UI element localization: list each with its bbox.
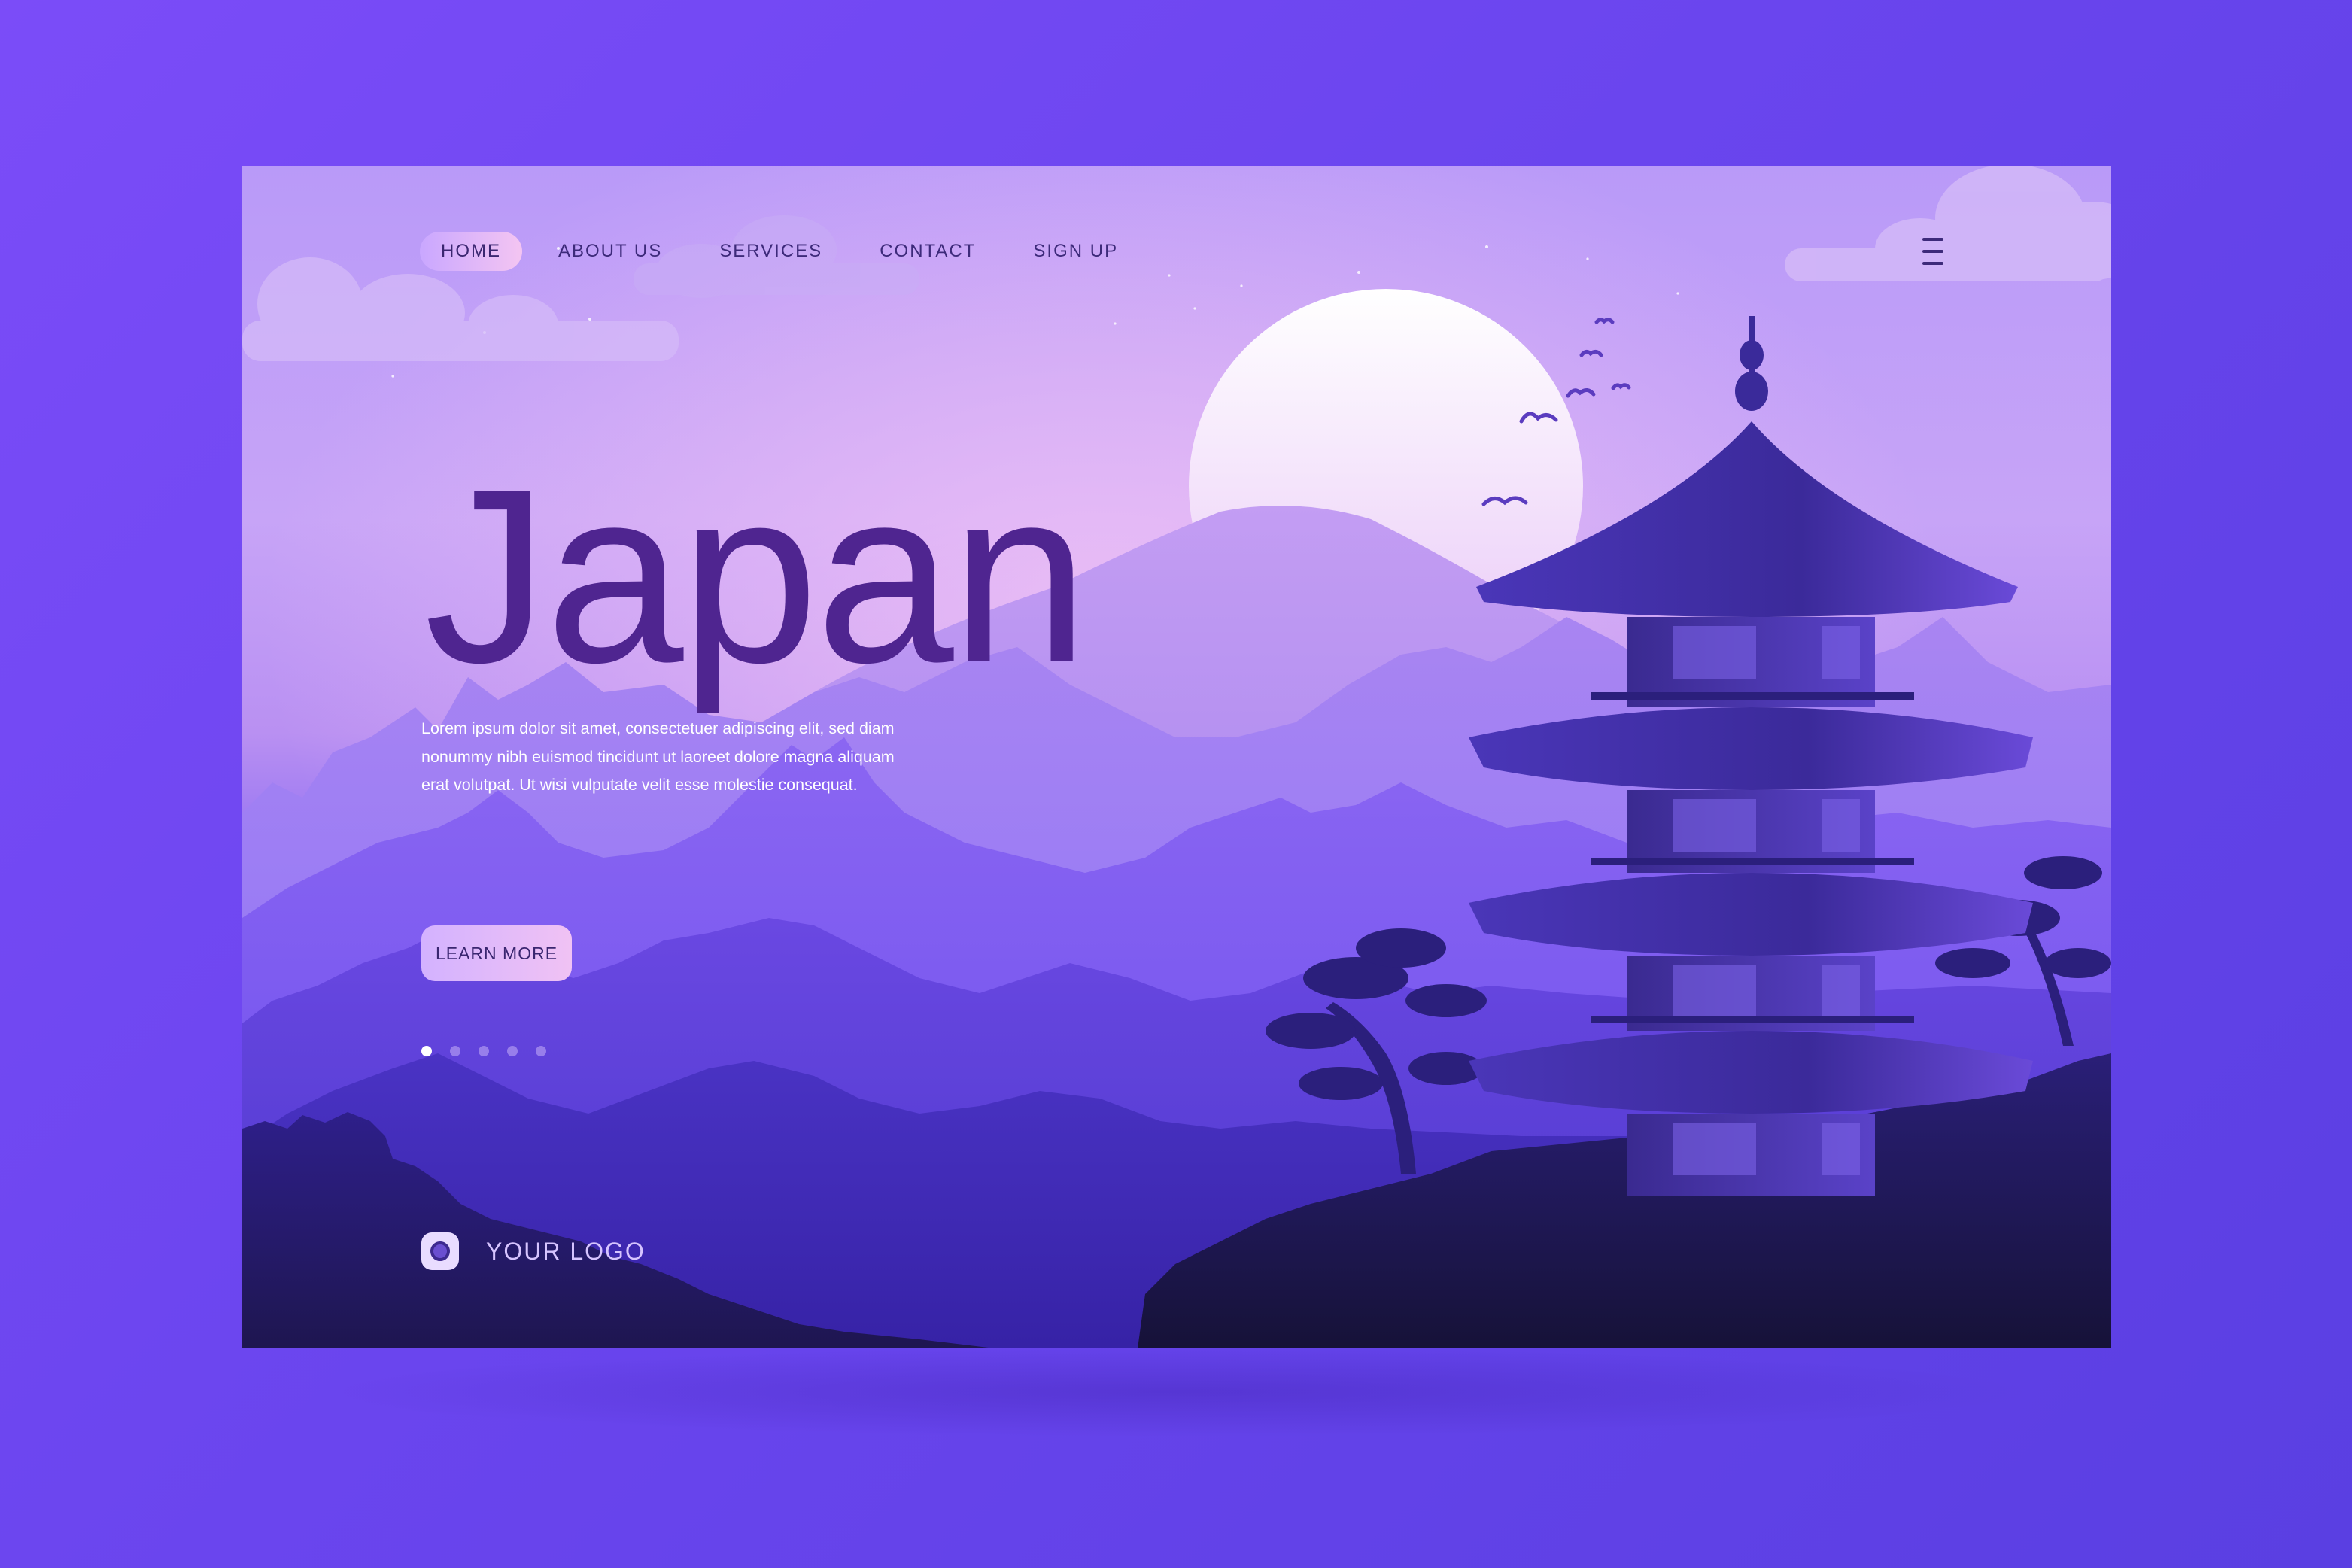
hamburger-icon[interactable] [1922,238,1943,265]
nav-item-contact[interactable]: CONTACT [858,232,997,271]
nav-item-services[interactable]: SERVICES [698,232,843,271]
slider-dot-2[interactable] [450,1046,460,1056]
learn-more-button[interactable]: LEARN MORE [421,925,572,981]
hamburger-line [1922,250,1943,253]
hamburger-line [1922,262,1943,265]
logo-icon [421,1232,459,1270]
hero-description: Lorem ipsum dolor sit amet, consectetuer… [421,719,895,794]
slider-dots [421,1046,564,1056]
landing-card: HOME ABOUT US SERVICES CONTACT SIGN UP J… [242,166,2111,1348]
slider-dot-5[interactable] [536,1046,546,1056]
slider-dot-3[interactable] [479,1046,489,1056]
slider-dot-4[interactable] [507,1046,518,1056]
hamburger-line [1922,238,1943,241]
nav-item-home[interactable]: HOME [420,232,522,271]
main-nav: HOME ABOUT US SERVICES CONTACT SIGN UP [420,230,1154,272]
logo[interactable]: YOUR LOGO [421,1232,646,1270]
nav-item-about-us[interactable]: ABOUT US [537,232,683,271]
hero-title: Japan [424,436,1089,714]
nav-item-sign-up[interactable]: SIGN UP [1012,232,1139,271]
slider-dot-1[interactable] [421,1046,432,1056]
card-shadow [316,1347,2036,1437]
logo-text: YOUR LOGO [486,1237,646,1265]
